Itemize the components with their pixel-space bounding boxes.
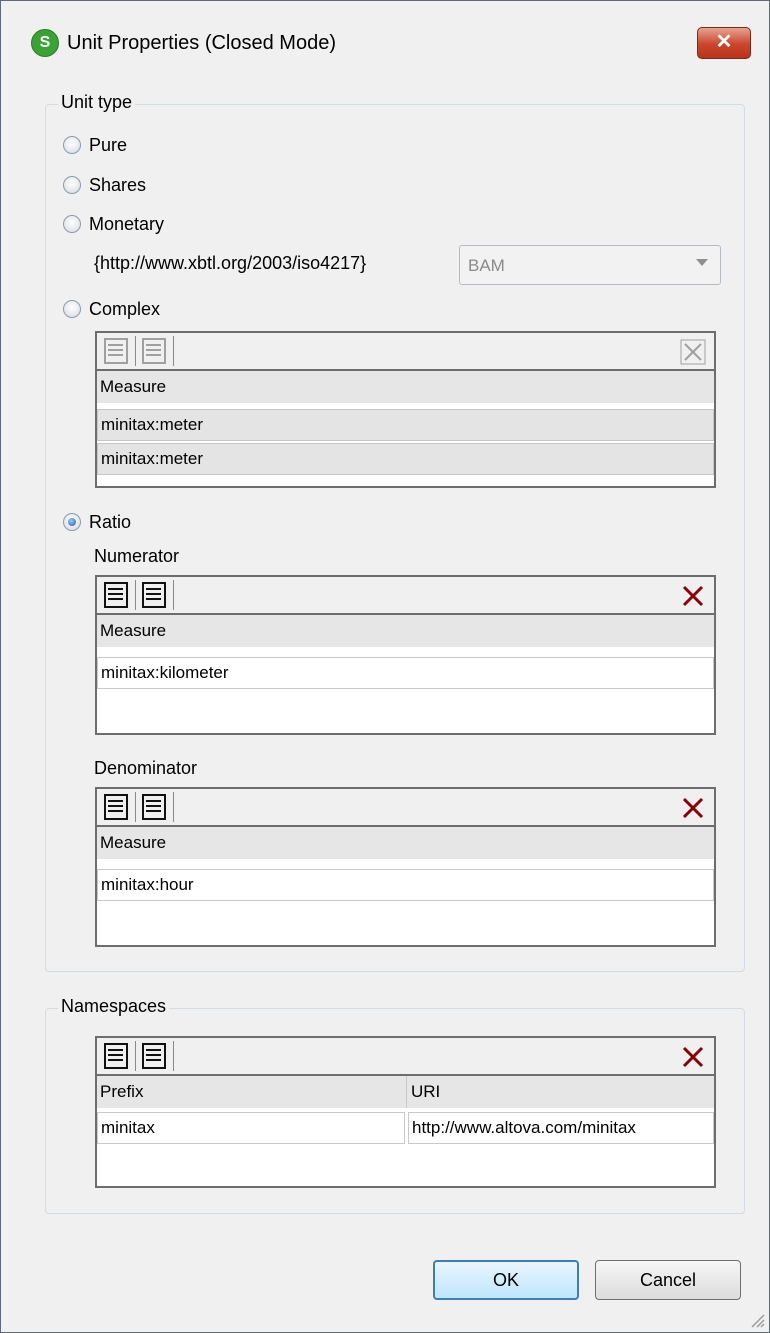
complex-grid-row: minitax:meter	[97, 443, 714, 475]
resize-grip-icon[interactable]	[749, 1312, 765, 1328]
append-row-icon[interactable]	[99, 1041, 136, 1071]
namespace-row: minitax http://www.altova.com/minitax	[97, 1112, 714, 1144]
insert-row-icon[interactable]	[137, 1041, 174, 1071]
insert-row-icon[interactable]	[137, 580, 174, 610]
currency-value: BAM	[468, 256, 505, 275]
complex-measure-grid: Measure minitax:meter minitax:meter	[95, 331, 716, 488]
complex-grid-toolbar	[97, 333, 714, 371]
delete-row-icon[interactable]	[680, 1044, 706, 1070]
namespaces-grid: Prefix URI minitax http://www.altova.com…	[95, 1036, 716, 1188]
namespaces-legend: Namespaces	[58, 996, 170, 1017]
namespaces-grid-toolbar	[97, 1038, 714, 1076]
namespaces-grid-header: Prefix URI	[97, 1076, 714, 1108]
insert-row-icon[interactable]	[137, 792, 174, 822]
denominator-grid-header: Measure	[97, 827, 714, 859]
prefix-cell[interactable]: minitax	[97, 1112, 405, 1144]
monetary-namespace: {http://www.xbtl.org/2003/iso4217}	[94, 253, 367, 273]
window-title: Unit Properties (Closed Mode)	[67, 32, 336, 54]
numerator-label: Numerator	[94, 546, 180, 566]
radio-complex-button[interactable]	[63, 300, 81, 318]
numerator-grid-header: Measure	[97, 615, 714, 647]
close-button[interactable]: ✕	[697, 27, 751, 59]
dialog-window: S Unit Properties (Closed Mode) ✕ Unit t…	[0, 0, 770, 1333]
uri-column-header: URI	[411, 1082, 441, 1101]
uri-cell[interactable]: http://www.altova.com/minitax	[408, 1112, 714, 1144]
denominator-grid: Measure minitax:hour	[95, 787, 716, 947]
radio-ratio-label: Ratio	[89, 511, 132, 532]
denominator-label: Denominator	[94, 758, 198, 778]
radio-shares-button[interactable]	[63, 176, 81, 194]
append-row-icon[interactable]	[99, 792, 136, 822]
unit-type-legend: Unit type	[58, 92, 136, 113]
radio-ratio[interactable]: Ratio	[63, 509, 131, 535]
app-icon: S	[31, 29, 59, 57]
denominator-row[interactable]: minitax:hour	[97, 869, 714, 901]
delete-row-icon[interactable]	[680, 795, 706, 821]
radio-pure-label: Pure	[89, 134, 128, 155]
radio-ratio-button[interactable]	[63, 513, 81, 531]
title-bar: S Unit Properties (Closed Mode) ✕	[1, 1, 769, 81]
radio-monetary-button[interactable]	[63, 215, 81, 233]
ok-button[interactable]: OK	[433, 1260, 579, 1300]
append-row-icon[interactable]	[99, 580, 136, 610]
append-row-icon[interactable]	[99, 336, 136, 366]
complex-grid-row: minitax:meter	[97, 409, 714, 441]
cancel-button[interactable]: Cancel	[595, 1260, 741, 1300]
numerator-row[interactable]: minitax:kilometer	[97, 657, 714, 689]
delete-row-icon[interactable]	[680, 583, 706, 609]
complex-grid-header: Measure	[97, 371, 714, 403]
radio-pure[interactable]: Pure	[63, 132, 127, 158]
numerator-grid: Measure minitax:kilometer	[95, 575, 716, 735]
currency-select[interactable]: BAM	[459, 245, 721, 285]
chevron-down-icon	[696, 259, 708, 266]
radio-monetary[interactable]: Monetary	[63, 211, 164, 237]
radio-monetary-label: Monetary	[89, 213, 165, 234]
denominator-grid-toolbar	[97, 789, 714, 827]
numerator-grid-toolbar	[97, 577, 714, 615]
radio-shares[interactable]: Shares	[63, 172, 146, 198]
delete-row-icon[interactable]	[680, 339, 706, 365]
radio-complex-label: Complex	[89, 298, 161, 319]
prefix-column-header: Prefix	[97, 1076, 407, 1108]
insert-row-icon[interactable]	[137, 336, 174, 366]
radio-shares-label: Shares	[89, 174, 147, 195]
radio-pure-button[interactable]	[63, 136, 81, 154]
radio-complex[interactable]: Complex	[63, 296, 160, 322]
